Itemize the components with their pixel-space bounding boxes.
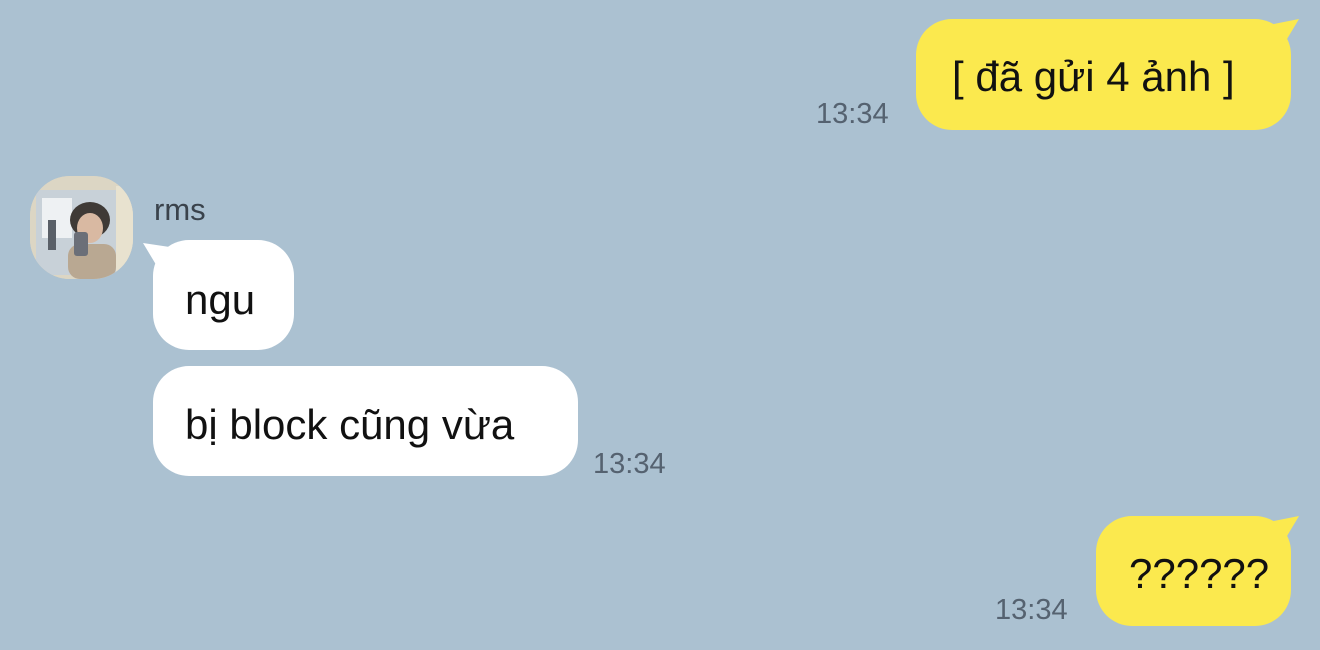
bubble-tail: [143, 243, 183, 283]
contact-avatar[interactable]: [30, 176, 133, 279]
message-text: ??????: [1129, 550, 1270, 597]
avatar-photo: [30, 176, 133, 279]
message-bubble-sent[interactable]: ??????: [1096, 516, 1299, 626]
message-timestamp: 13:34: [816, 98, 889, 130]
message-text: bị block cũng vừa: [185, 401, 515, 448]
message-bubble-received[interactable]: bị block cũng vừa: [153, 366, 578, 476]
contact-name: rms: [154, 192, 206, 227]
message-text: [ đã gửi 4 ảnh ]: [952, 53, 1235, 100]
bubble-tail: [1259, 19, 1299, 59]
message-bubble-sent[interactable]: [ đã gửi 4 ảnh ]: [916, 19, 1299, 130]
message-text: ngu: [185, 276, 256, 323]
message-timestamp: 13:34: [593, 448, 666, 480]
message-bubble-received[interactable]: ngu: [143, 240, 294, 350]
message-timestamp: 13:34: [995, 594, 1068, 626]
